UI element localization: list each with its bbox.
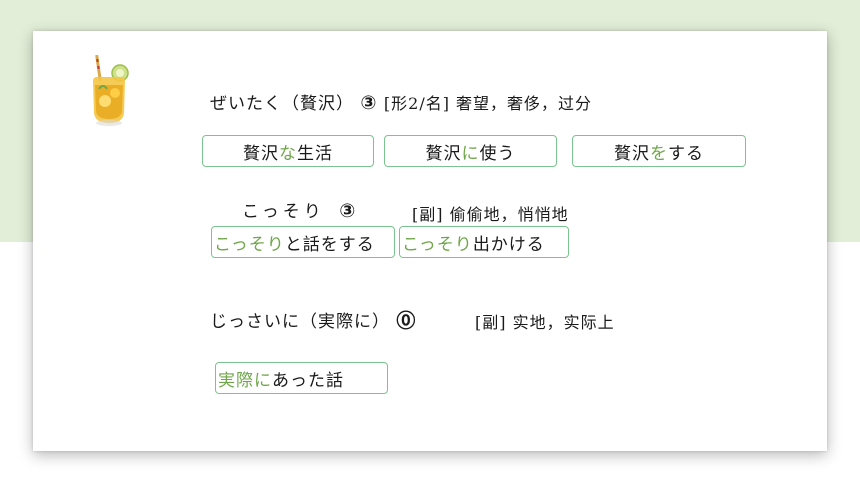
entry-definition: [形2/名] 奢望，奢侈，过分	[383, 94, 593, 113]
example-box: 贅沢をする	[572, 135, 746, 167]
entry-jissaini: じっさいに（実際に） ⓪	[210, 306, 416, 333]
entry-zeitaku: ぜいたく（贅沢） ③ [形2/名] 奢望，奢侈，过分	[210, 89, 592, 114]
accent-mark: ⓪	[396, 310, 417, 332]
slide: ぜいたく（贅沢） ③ [形2/名] 奢望，奢侈，过分 贅沢な生活 贅沢に使う 贅…	[33, 31, 827, 451]
entry-kossori: こっそり ③	[242, 197, 356, 222]
example-box: こっそり 出かける	[399, 226, 569, 258]
example-box: 贅沢な生活	[202, 135, 374, 167]
example-box: 贅沢に使う	[384, 135, 557, 167]
accent-mark: ③	[339, 200, 357, 222]
entry-reading: こっそり	[242, 202, 325, 222]
example-box: 実際に あった話	[215, 362, 388, 394]
accent-mark: ③	[360, 92, 378, 114]
iced-lemon-drink-icon	[93, 54, 129, 126]
entry-reading: ぜいたく（贅沢）	[210, 94, 354, 114]
entry-reading: じっさいに（実際に）	[210, 312, 390, 332]
entry-definition: [副] 实地，实际上	[475, 313, 615, 332]
example-box: こっそり と話をする	[211, 226, 395, 258]
entry-definition: [副] 偷偷地，悄悄地	[412, 205, 569, 224]
